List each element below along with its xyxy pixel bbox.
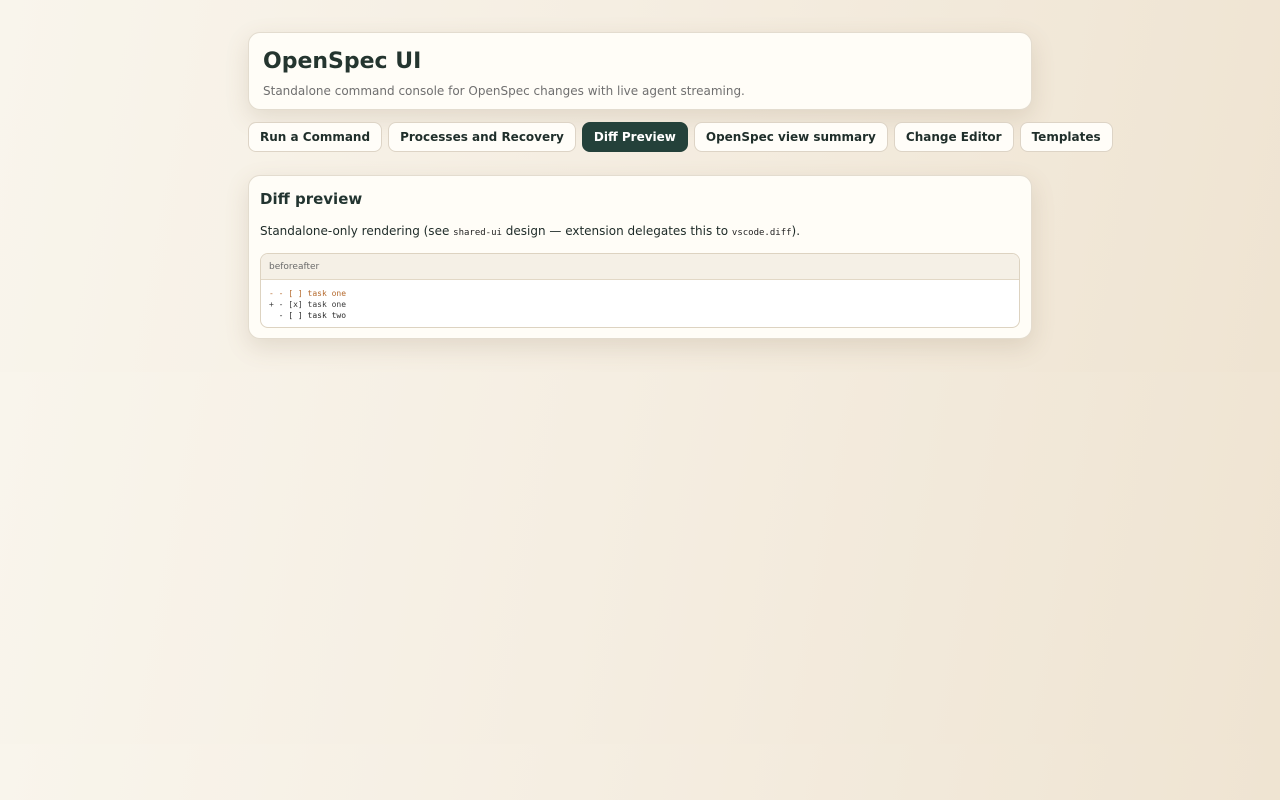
tab-bar: Run a Command Processes and Recovery Dif… xyxy=(248,122,1113,152)
app-header: OpenSpec UI Standalone command console f… xyxy=(248,32,1032,110)
app-subtitle: Standalone command console for OpenSpec … xyxy=(263,84,745,98)
app-container: OpenSpec UI Standalone command console f… xyxy=(248,32,1113,339)
panel-description: Standalone-only rendering (see shared-ui… xyxy=(260,223,1020,241)
diff-body: - - [ ] task one + - [x] task one - [ ] … xyxy=(261,280,1019,321)
diff-view: beforeafter - - [ ] task one + - [x] tas… xyxy=(260,253,1020,328)
description-text-2: design — extension delegates this to xyxy=(501,224,732,238)
tab-processes-and-recovery[interactable]: Processes and Recovery xyxy=(388,122,576,152)
tab-diff-preview[interactable]: Diff Preview xyxy=(581,122,688,152)
background-band-bottom xyxy=(0,744,1280,800)
tab-openspec-view-summary[interactable]: OpenSpec view summary xyxy=(693,122,888,152)
diff-preview-panel: Diff preview Standalone-only rendering (… xyxy=(248,175,1032,339)
diff-line-deletion: - - [ ] task one xyxy=(269,289,347,298)
diff-line-context: - [ ] task two xyxy=(269,311,347,320)
tab-run-a-command[interactable]: Run a Command xyxy=(248,122,383,152)
background-band-middle xyxy=(0,372,1280,744)
description-text-1: Standalone-only rendering (see xyxy=(260,224,454,238)
tab-change-editor[interactable]: Change Editor xyxy=(893,122,1014,152)
app-title: OpenSpec UI xyxy=(263,49,422,74)
description-code-shared-ui: shared-ui xyxy=(453,228,502,238)
description-text-3: ). xyxy=(791,224,801,238)
diff-header: beforeafter xyxy=(261,254,1019,280)
panel-title: Diff preview xyxy=(260,190,363,208)
diff-line-addition: + - [x] task one xyxy=(269,300,347,309)
description-code-vscode-diff: vscode.diff xyxy=(731,228,792,238)
tab-templates[interactable]: Templates xyxy=(1019,122,1113,152)
